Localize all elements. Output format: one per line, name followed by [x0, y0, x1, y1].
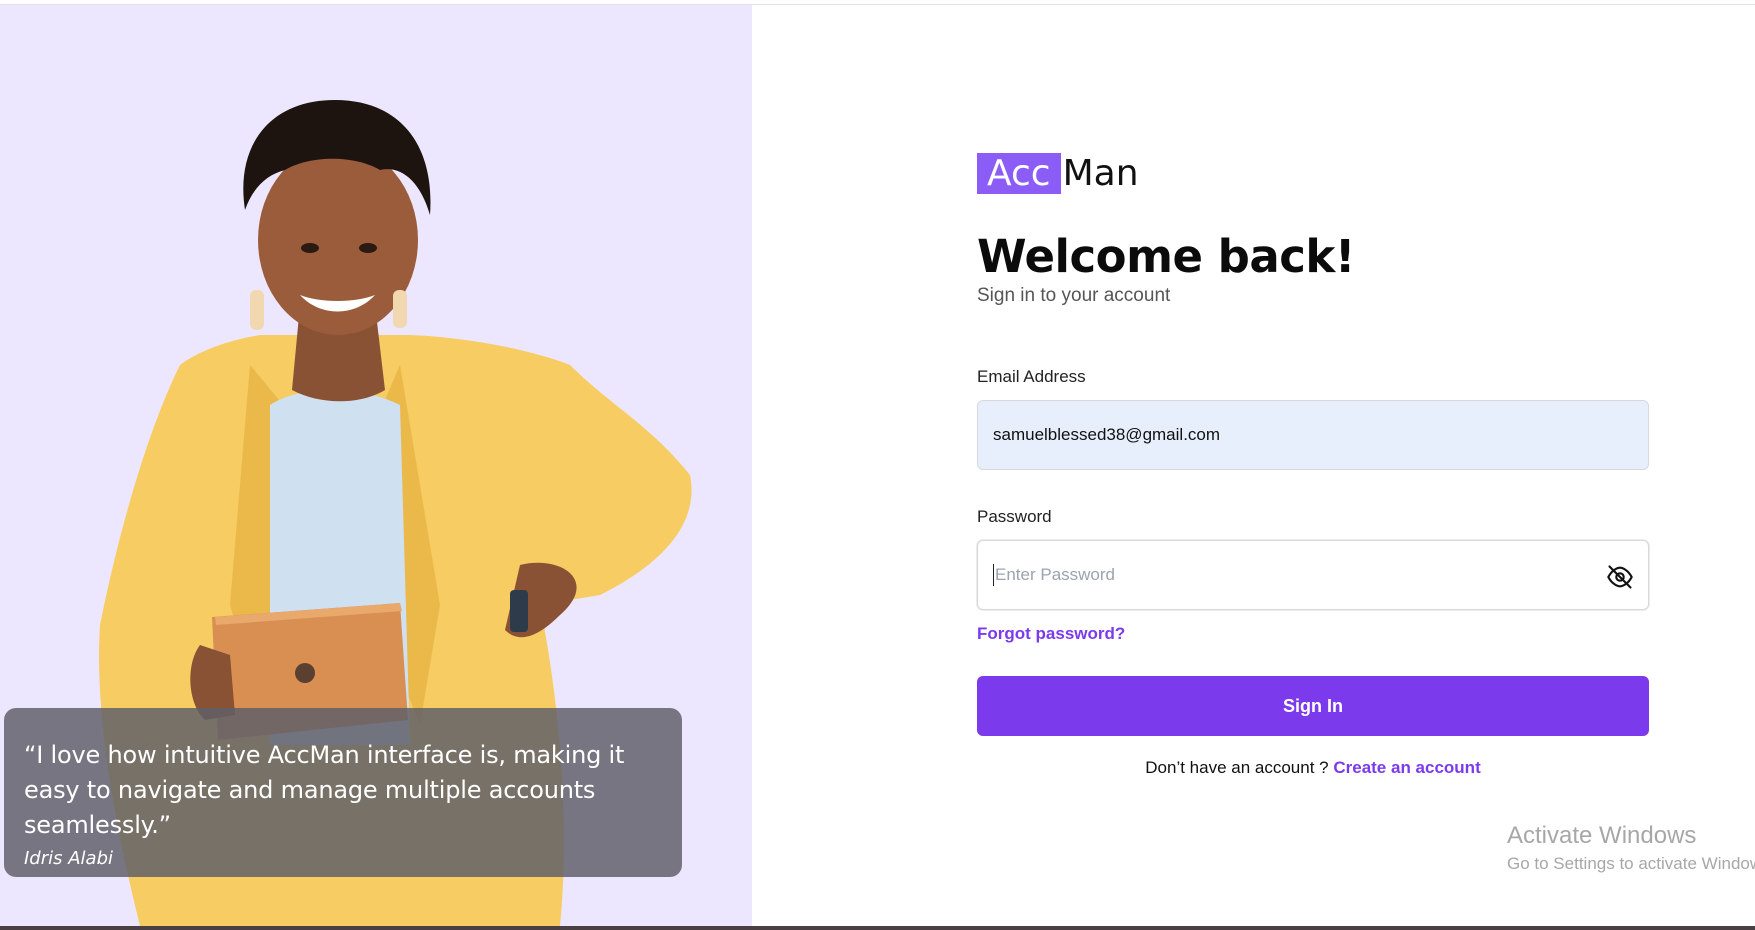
- page-title: Welcome back!: [977, 230, 1355, 283]
- password-field[interactable]: Enter Password: [977, 540, 1649, 610]
- sign-in-button[interactable]: Sign In: [977, 676, 1649, 736]
- testimonial-card: “I love how intuitive AccMan interface i…: [4, 708, 682, 877]
- forgot-password-link[interactable]: Forgot password?: [977, 624, 1125, 644]
- password-placeholder: Enter Password: [995, 565, 1115, 584]
- signin-form: Acc Man Welcome back! Sign in to your ac…: [977, 0, 1649, 930]
- logo-man: Man: [1062, 153, 1139, 194]
- taskbar-edge: [0, 926, 1755, 930]
- watermark-subtitle: Go to Settings to activate Windows.: [1507, 854, 1755, 873]
- testimonial-quote: “I love how intuitive AccMan interface i…: [24, 741, 625, 839]
- testimonial-author: Idris Alabi: [24, 848, 114, 869]
- page-subtitle: Sign in to your account: [977, 285, 1171, 306]
- email-label: Email Address: [977, 367, 1086, 386]
- brand-logo: Acc Man: [977, 153, 1139, 194]
- logo-acc: Acc: [977, 153, 1061, 194]
- signup-prompt: Don’t have an account ?: [1145, 758, 1334, 777]
- windows-activation-watermark: Activate Windows Go to Settings to activ…: [1507, 822, 1755, 874]
- login-page: “I love how intuitive AccMan interface i…: [0, 0, 1755, 930]
- email-field[interactable]: samuelblessed38@gmail.com: [977, 400, 1649, 470]
- password-label: Password: [977, 507, 1052, 526]
- eye-off-icon[interactable]: [1606, 563, 1634, 591]
- signup-row: Don’t have an account ? Create an accoun…: [977, 758, 1649, 778]
- hero-panel: “I love how intuitive AccMan interface i…: [0, 5, 752, 926]
- create-account-link[interactable]: Create an account: [1333, 758, 1480, 777]
- text-caret: [993, 564, 994, 586]
- email-value: samuelblessed38@gmail.com: [993, 425, 1221, 444]
- watermark-title: Activate Windows: [1507, 822, 1697, 849]
